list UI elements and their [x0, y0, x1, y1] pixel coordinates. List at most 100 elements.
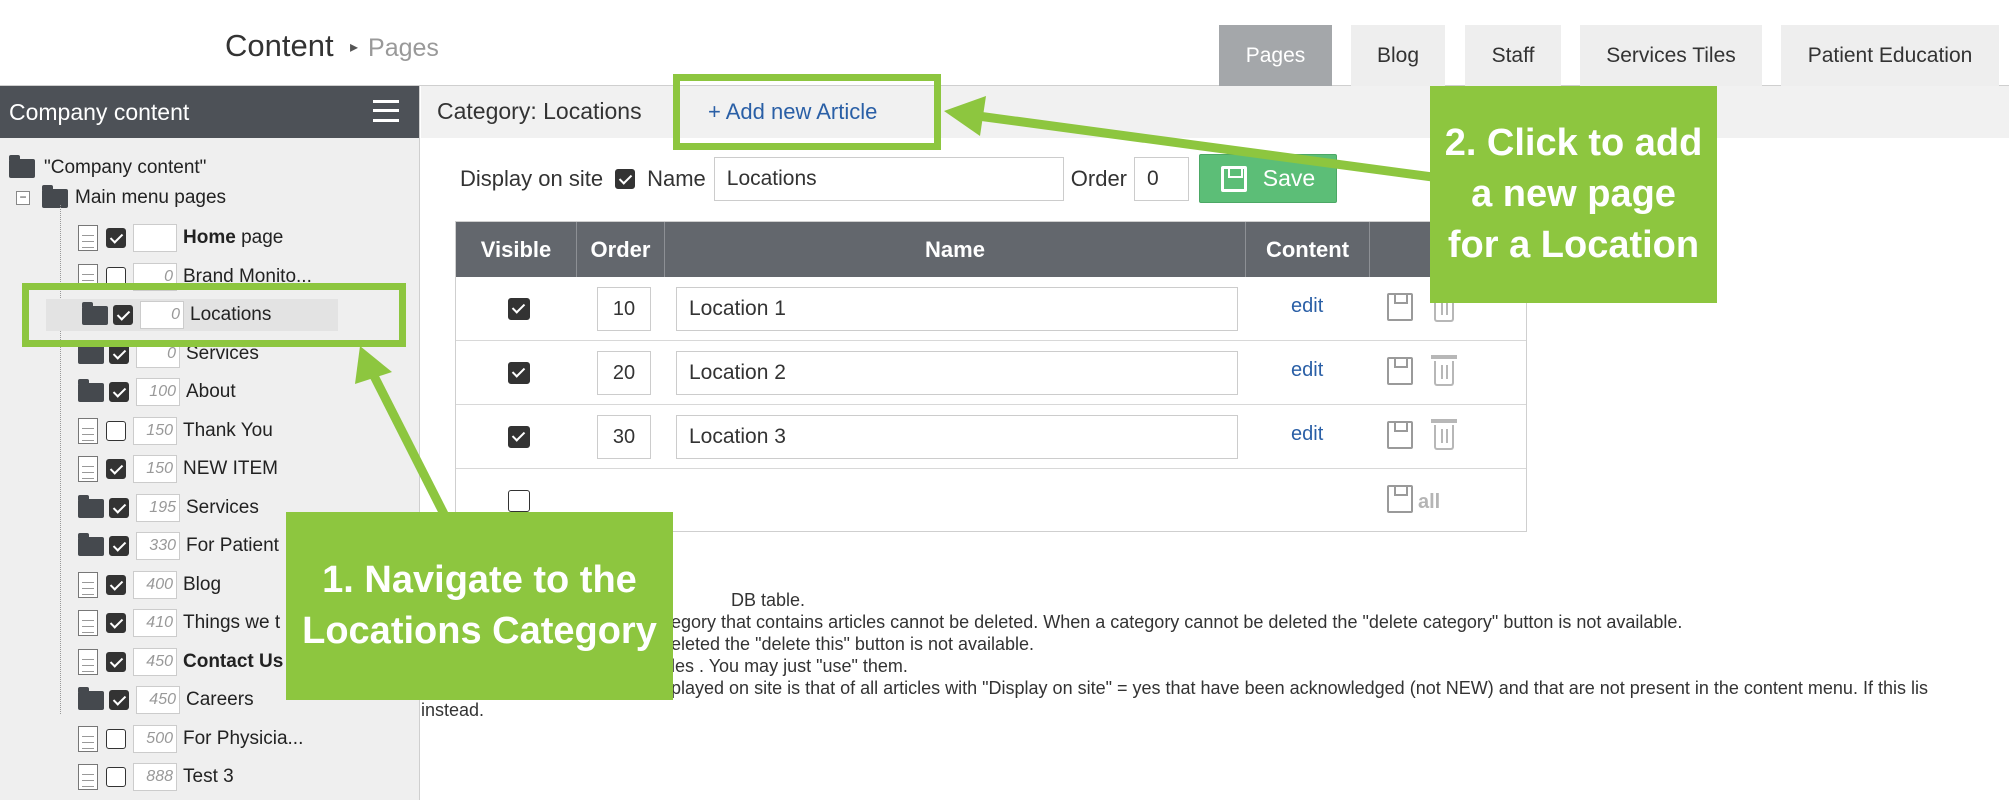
row-save-icon[interactable] — [1387, 421, 1413, 449]
item-visible-checkbox[interactable] — [106, 575, 126, 595]
item-visible-checkbox[interactable] — [106, 767, 126, 787]
item-order-input[interactable]: 400 — [133, 571, 177, 599]
sidebar-item-services[interactable]: 195 Services — [78, 492, 259, 524]
row-name-input[interactable]: Location 3 — [676, 415, 1238, 459]
sidebar-item-new-item[interactable]: 150 NEW ITEM — [78, 453, 278, 485]
item-order-input[interactable]: 500 — [133, 725, 177, 753]
item-visible-checkbox[interactable] — [109, 382, 129, 402]
display-on-site-checkbox[interactable] — [615, 169, 636, 189]
sidebar-item-home-page[interactable]: Home page — [78, 222, 283, 254]
item-order-input[interactable]: 195 — [136, 494, 180, 522]
item-order-input[interactable]: 410 — [133, 609, 177, 637]
row-visible-checkbox[interactable] — [508, 362, 530, 384]
tree-guide-line — [60, 205, 61, 714]
sidebar-item-for-patient[interactable]: 330 For Patient — [78, 530, 279, 562]
row-name-input[interactable]: Location 2 — [676, 351, 1238, 395]
category-name-input[interactable]: Locations — [713, 157, 1064, 201]
item-visible-checkbox[interactable] — [106, 421, 126, 441]
tab-blog[interactable]: Blog — [1351, 25, 1445, 86]
tree-root[interactable]: "Company content" — [9, 152, 206, 184]
item-order-input[interactable]: 450 — [133, 648, 177, 676]
item-order-input[interactable]: 330 — [136, 532, 180, 560]
page-header: Content ▸ Pages Pages Blog Staff Services… — [0, 0, 2009, 86]
save-all-disk-icon[interactable] — [1387, 485, 1413, 513]
sidebar-item-careers[interactable]: 450 Careers — [78, 684, 254, 716]
item-order-input[interactable] — [133, 224, 177, 252]
item-label: page — [235, 227, 284, 248]
sidebar-header: Company content — [0, 86, 419, 138]
row-edit-link[interactable]: edit — [1291, 423, 1323, 446]
sidebar-item-contact-us[interactable]: 450 Contact Us — [78, 646, 283, 678]
tree-group-main-menu[interactable]: Main menu pages — [42, 182, 226, 214]
item-visible-checkbox[interactable] — [106, 459, 126, 479]
item-visible-checkbox[interactable] — [106, 729, 126, 749]
item-label: Things we t — [183, 612, 281, 633]
tab-pages[interactable]: Pages — [1219, 25, 1332, 86]
row-order-input[interactable]: 30 — [597, 415, 651, 459]
item-visible-checkbox[interactable] — [109, 498, 129, 518]
item-visible-checkbox[interactable] — [109, 690, 129, 710]
category-bar — [421, 86, 2009, 138]
folder-icon — [42, 184, 68, 208]
tab-staff[interactable]: Staff — [1465, 25, 1561, 86]
row-order-input[interactable]: 10 — [597, 287, 651, 331]
item-visible-checkbox[interactable] — [106, 228, 126, 248]
table-row: 20 Location 2 edit — [456, 341, 1526, 405]
row-name-input[interactable]: Location 1 — [676, 287, 1238, 331]
sidebar-item-for-physicia[interactable]: 500 For Physicia... — [78, 723, 303, 755]
order-label: Order — [1070, 166, 1128, 191]
item-label: Blog — [183, 574, 222, 595]
row-delete-icon[interactable] — [1431, 355, 1457, 386]
note-line: instead. — [421, 700, 485, 720]
save-button[interactable]: Save — [1199, 154, 1337, 203]
highlight-add-article-box — [673, 74, 941, 150]
item-order-input[interactable]: 100 — [136, 378, 180, 406]
column-order: Order — [577, 222, 665, 277]
document-icon — [78, 726, 98, 752]
folder-icon — [78, 378, 104, 402]
item-visible-checkbox[interactable] — [106, 652, 126, 672]
row-order-input[interactable]: 20 — [597, 351, 651, 395]
note-line: eleted the "delete this" button is not a… — [671, 634, 1035, 654]
item-label-bold: Home — [183, 227, 236, 248]
callout-step-1: 1. Navigate to the Locations Category — [286, 512, 673, 700]
item-label-bold: Contact Us — [183, 651, 284, 672]
folder-icon — [78, 686, 104, 710]
sidebar-item-thank-you[interactable]: 150 Thank You — [78, 415, 273, 447]
item-order-input[interactable]: 450 — [136, 686, 180, 714]
item-order-input[interactable]: 150 — [133, 417, 177, 445]
sidebar-item-things-we-t[interactable]: 410 Things we t — [78, 607, 280, 639]
item-visible-checkbox[interactable] — [109, 536, 129, 556]
note-line: les . You may just "use" them. — [671, 656, 908, 676]
collapse-icon[interactable]: − — [16, 191, 30, 205]
row-save-icon[interactable] — [1387, 357, 1413, 385]
folder-icon — [78, 532, 104, 556]
item-order-input[interactable]: 888 — [133, 763, 177, 791]
column-visible: Visible — [456, 222, 577, 277]
row-edit-link[interactable]: edit — [1291, 295, 1323, 318]
item-order-input[interactable]: 150 — [133, 455, 177, 483]
hamburger-menu-icon[interactable] — [373, 100, 399, 122]
sidebar-item-test-3[interactable]: 888 Test 3 — [78, 761, 234, 793]
row-save-icon[interactable] — [1387, 293, 1413, 321]
note-line: egory that contains articles cannot be d… — [671, 612, 1683, 632]
category-order-input[interactable]: 0 — [1134, 157, 1190, 201]
callout-step-2: 2. Click to add a new page for a Locatio… — [1430, 86, 1717, 303]
item-label: About — [186, 381, 236, 402]
row-visible-checkbox[interactable] — [508, 426, 530, 448]
tab-services-tiles[interactable]: Services Tiles — [1580, 25, 1762, 86]
item-visible-checkbox[interactable] — [109, 344, 129, 364]
display-on-site-label: Display on site — [460, 166, 604, 191]
item-label: Test 3 — [183, 766, 234, 787]
new-row-visible-checkbox[interactable] — [508, 490, 530, 512]
row-visible-checkbox[interactable] — [508, 298, 530, 320]
document-icon — [78, 610, 98, 636]
document-icon — [78, 649, 98, 675]
row-edit-link[interactable]: edit — [1291, 359, 1323, 382]
item-visible-checkbox[interactable] — [106, 613, 126, 633]
tab-patient-education[interactable]: Patient Education — [1781, 25, 1999, 86]
sidebar-item-blog[interactable]: 400 Blog — [78, 569, 221, 601]
row-delete-icon[interactable] — [1431, 419, 1457, 450]
save-all-label[interactable]: all — [1418, 491, 1440, 514]
sidebar-item-about[interactable]: 100 About — [78, 376, 236, 408]
